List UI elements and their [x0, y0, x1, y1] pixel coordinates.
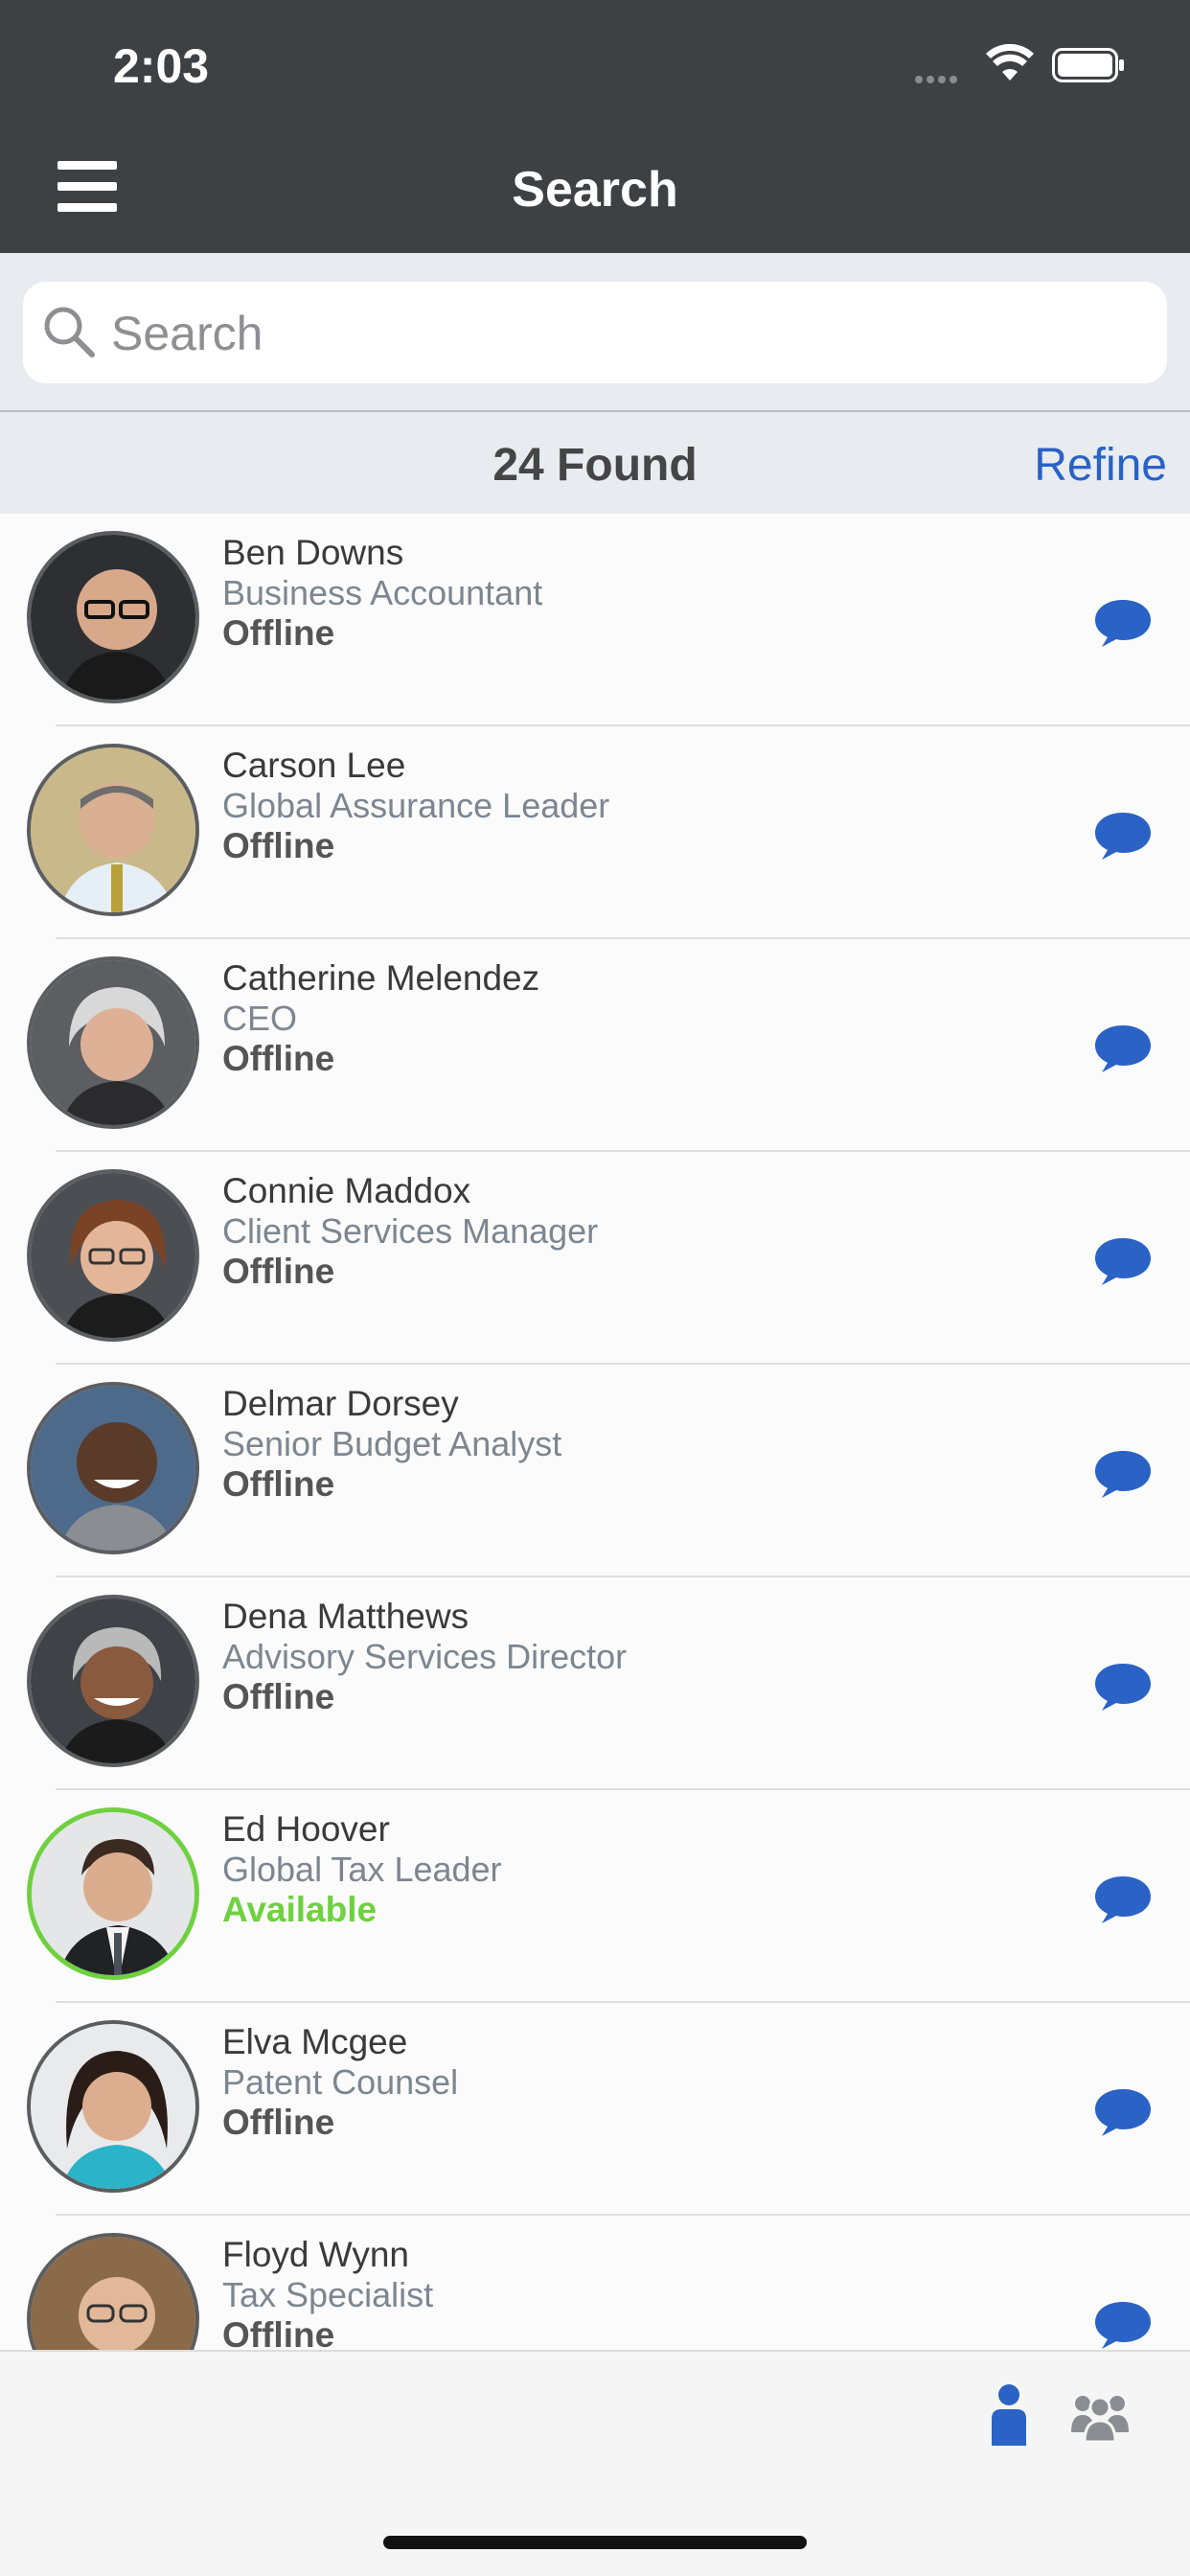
avatar — [27, 1807, 199, 1980]
list-item[interactable]: Ben Downs Business Accountant Offline — [27, 514, 1190, 726]
avatar — [27, 1382, 199, 1554]
search-area — [0, 253, 1190, 412]
avatar — [27, 744, 199, 916]
avatar — [27, 2233, 199, 2350]
person-title: Global Assurance Leader — [222, 786, 610, 825]
list-item[interactable]: Connie Maddox Client Services Manager Of… — [27, 1152, 1190, 1365]
person-title: Global Tax Leader — [222, 1850, 502, 1889]
list-item[interactable]: Carson Lee Global Assurance Leader Offli… — [27, 726, 1190, 939]
avatar — [27, 1169, 199, 1342]
avatar — [27, 2020, 199, 2193]
page-title: Search — [512, 162, 678, 218]
chat-bubble-icon[interactable] — [1092, 1234, 1154, 1288]
person-status: Offline — [222, 613, 335, 653]
person-status: Offline — [222, 1252, 335, 1291]
person-title: Advisory Services Director — [222, 1637, 628, 1676]
people-list: Ben Downs Business Accountant Offline Ca… — [0, 514, 1190, 2350]
list-item[interactable]: Floyd Wynn Tax Specialist Offline — [27, 2216, 1190, 2350]
home-indicator — [383, 2536, 807, 2549]
person-status: Offline — [222, 826, 335, 865]
list-item[interactable]: Dena Matthews Advisory Services Director… — [27, 1577, 1190, 1790]
person-name: Delmar Dorsey — [222, 1384, 459, 1423]
chat-bubble-icon[interactable] — [1092, 2298, 1154, 2350]
person-title: Client Services Manager — [222, 1211, 599, 1251]
person-name: Catherine Melendez — [222, 958, 540, 998]
chat-bubble-icon[interactable] — [1092, 1447, 1154, 1501]
person-name: Dena Matthews — [222, 1597, 469, 1636]
list-item[interactable]: Elva Mcgee Patent Counsel Offline — [27, 2003, 1190, 2216]
person-name: Carson Lee — [222, 746, 406, 785]
results-count: 24 Found — [492, 440, 698, 491]
status-time: 2:03 — [113, 39, 210, 93]
person-icon[interactable] — [989, 2382, 1029, 2446]
person-status: Offline — [222, 2103, 335, 2142]
search-icon — [44, 307, 95, 357]
person-title: Tax Specialist — [222, 2275, 434, 2314]
top-bar: 2:03 Search — [0, 0, 1190, 253]
search-box[interactable] — [23, 282, 1167, 385]
person-name: Floyd Wynn — [222, 2235, 410, 2274]
person-status: Offline — [222, 1677, 335, 1716]
list-item[interactable]: Delmar Dorsey Senior Budget Analyst Offl… — [27, 1365, 1190, 1577]
person-status: Offline — [222, 2315, 335, 2350]
chat-bubble-icon[interactable] — [1092, 1660, 1154, 1714]
avatar — [27, 531, 199, 703]
wifi-icon — [986, 44, 1034, 80]
chat-bubble-icon[interactable] — [1092, 1873, 1154, 1926]
list-item[interactable]: Ed Hoover Global Tax Leader Available — [27, 1790, 1190, 2003]
results-bar: 24 Found Refine — [0, 412, 1190, 514]
search-input[interactable] — [109, 282, 1148, 385]
avatar — [27, 1595, 199, 1767]
person-title: Patent Counsel — [222, 2062, 459, 2102]
list-item[interactable]: Catherine Melendez CEO Offline — [27, 939, 1190, 1152]
chat-bubble-icon[interactable] — [1092, 2085, 1154, 2139]
person-status: Offline — [222, 1039, 335, 1078]
chat-bubble-icon[interactable] — [1092, 596, 1154, 650]
battery-icon — [1052, 48, 1124, 82]
person-title: Business Accountant — [222, 573, 543, 612]
avatar — [27, 956, 199, 1129]
person-title: CEO — [222, 999, 298, 1038]
person-status: Offline — [222, 1464, 335, 1504]
person-name: Ben Downs — [222, 533, 404, 572]
person-status: Available — [222, 1890, 378, 1929]
person-name: Elva Mcgee — [222, 2022, 408, 2061]
person-name: Connie Maddox — [222, 1171, 471, 1210]
chat-bubble-icon[interactable] — [1092, 809, 1154, 862]
chat-bubble-icon[interactable] — [1092, 1022, 1154, 1075]
refine-button[interactable]: Refine — [1034, 439, 1167, 492]
person-title: Senior Budget Analyst — [222, 1424, 562, 1463]
person-name: Ed Hoover — [222, 1809, 390, 1849]
cellular-signal-icon — [915, 71, 971, 83]
group-icon[interactable] — [1069, 2392, 1131, 2442]
